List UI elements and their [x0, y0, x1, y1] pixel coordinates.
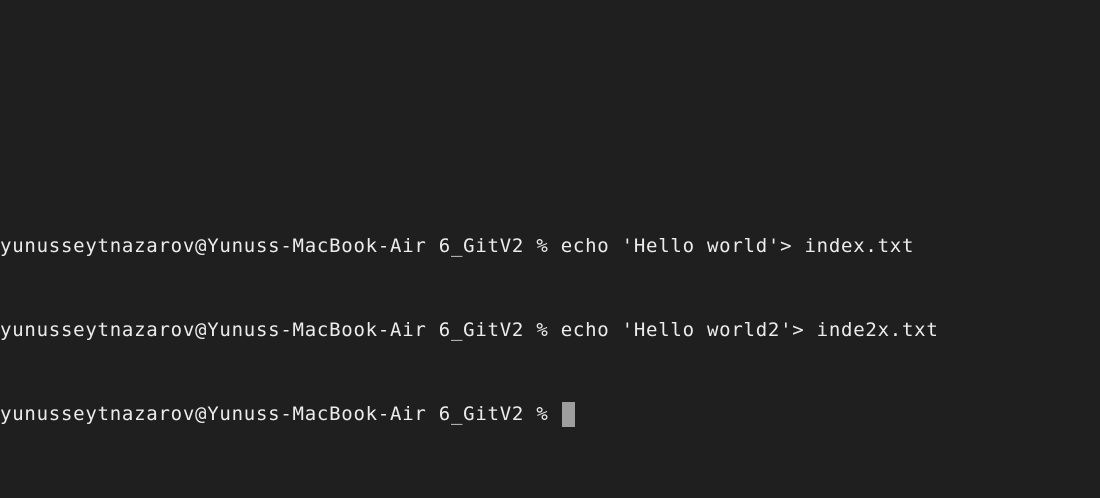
terminal-line: yunusseytnazarov@Yunuss-MacBook-Air 6_Gi…	[0, 316, 1100, 344]
command-text: echo 'Hello world2'> inde2x.txt	[560, 319, 939, 341]
terminal-line-active[interactable]: yunusseytnazarov@Yunuss-MacBook-Air 6_Gi…	[0, 400, 1100, 428]
terminal-window[interactable]: yunusseytnazarov@Yunuss-MacBook-Air 6_Gi…	[0, 0, 1100, 498]
command-text: echo 'Hello world'> index.txt	[560, 235, 915, 257]
terminal-output: yunusseytnazarov@Yunuss-MacBook-Air 6_Gi…	[0, 176, 1100, 484]
shell-prompt: yunusseytnazarov@Yunuss-MacBook-Air 6_Gi…	[0, 319, 561, 341]
terminal-line: yunusseytnazarov@Yunuss-MacBook-Air 6_Gi…	[0, 232, 1100, 260]
shell-prompt: yunusseytnazarov@Yunuss-MacBook-Air 6_Gi…	[0, 235, 561, 257]
shell-prompt: yunusseytnazarov@Yunuss-MacBook-Air 6_Gi…	[0, 403, 561, 425]
text-cursor	[561, 401, 575, 427]
